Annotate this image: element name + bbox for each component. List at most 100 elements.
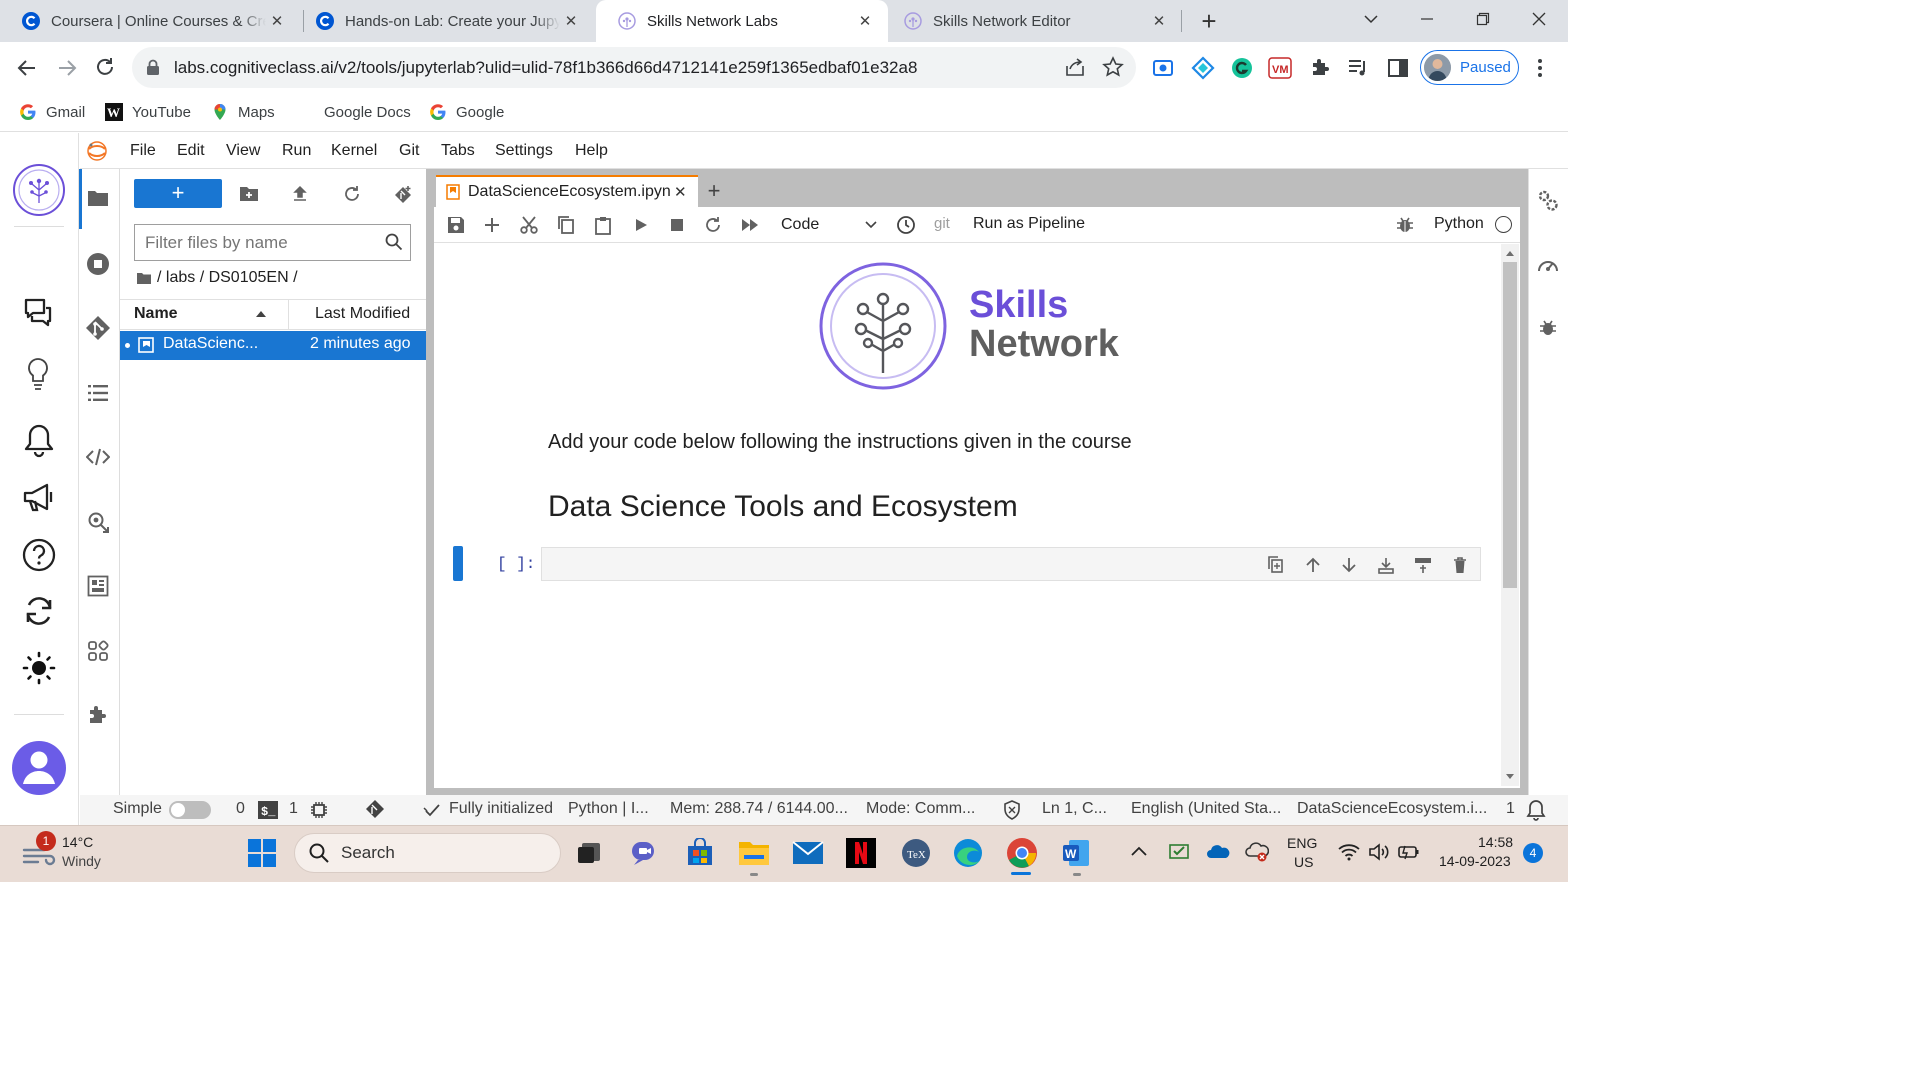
settings-gears-icon[interactable] bbox=[1536, 188, 1560, 212]
language-indicator-line2[interactable]: US bbox=[1294, 854, 1313, 870]
tab-search-button[interactable] bbox=[1344, 0, 1398, 38]
bookmark-maps[interactable]: Maps bbox=[211, 100, 275, 124]
folder-icon[interactable] bbox=[87, 189, 109, 207]
window-close-button[interactable] bbox=[1512, 0, 1566, 38]
screen-record-icon[interactable] bbox=[1152, 57, 1174, 79]
extension-manager-icon[interactable] bbox=[87, 640, 109, 662]
move-down-icon[interactable] bbox=[1340, 556, 1358, 574]
cell-type-select[interactable]: Code bbox=[773, 213, 881, 237]
menu-kernel[interactable]: Kernel bbox=[331, 142, 377, 160]
taskbar-file-explorer[interactable] bbox=[736, 835, 772, 871]
clock-date[interactable]: 14-09-2023 bbox=[1439, 853, 1511, 869]
media-control-icon[interactable] bbox=[1347, 57, 1369, 79]
git-label[interactable]: git bbox=[934, 215, 950, 232]
refresh-icon[interactable] bbox=[343, 185, 361, 203]
cloud-error-icon[interactable] bbox=[1245, 842, 1269, 862]
stop-icon[interactable] bbox=[667, 215, 687, 235]
breadcrumb[interactable]: / labs / DS0105EN / bbox=[137, 268, 298, 288]
restart-icon[interactable] bbox=[703, 215, 723, 235]
sort-ascending-icon[interactable] bbox=[255, 310, 267, 318]
browser-tab-hands-on-lab[interactable]: Hands-on Lab: Create your Jupyter Notebo… bbox=[294, 0, 594, 42]
menu-git[interactable]: Git bbox=[399, 142, 419, 160]
bell-icon[interactable] bbox=[1526, 799, 1546, 821]
megaphone-icon[interactable] bbox=[21, 480, 57, 514]
close-icon[interactable]: ✕ bbox=[266, 12, 288, 30]
puzzle-icon[interactable] bbox=[87, 704, 109, 726]
extensions-puzzle-icon[interactable] bbox=[1309, 57, 1331, 79]
chat-icon[interactable] bbox=[21, 295, 55, 329]
menu-file[interactable]: File bbox=[130, 142, 156, 160]
taskbar-microsoft-store[interactable] bbox=[682, 835, 718, 871]
taskbar-chrome[interactable] bbox=[1004, 835, 1040, 871]
bookmark-youtube[interactable]: W YouTube bbox=[105, 100, 191, 124]
close-icon[interactable]: ✕ bbox=[560, 12, 582, 30]
minimize-button[interactable] bbox=[1400, 0, 1454, 38]
menu-edit[interactable]: Edit bbox=[177, 142, 205, 160]
cursor-position[interactable]: Ln 1, C... bbox=[1042, 800, 1107, 818]
column-header-name[interactable]: Name bbox=[134, 305, 178, 323]
sync-icon[interactable] bbox=[21, 594, 57, 628]
security-tray-icon[interactable] bbox=[1168, 841, 1190, 861]
cut-icon[interactable] bbox=[519, 215, 539, 235]
table-of-contents-icon[interactable] bbox=[87, 383, 109, 403]
wifi-icon[interactable] bbox=[1338, 843, 1360, 861]
kernel-name[interactable]: Python bbox=[1434, 215, 1484, 233]
notebook-scrollbar-thumb[interactable] bbox=[1503, 262, 1517, 588]
debugger-bug-icon[interactable] bbox=[1538, 318, 1558, 338]
close-icon[interactable]: ✕ bbox=[1148, 12, 1170, 30]
bookmark-google[interactable]: Google bbox=[429, 100, 504, 124]
temperature[interactable]: 14°C bbox=[62, 834, 93, 850]
fast-forward-icon[interactable] bbox=[740, 215, 760, 235]
taskbar-word[interactable]: W bbox=[1058, 835, 1094, 871]
taskbar-edge[interactable] bbox=[950, 835, 986, 871]
scroll-up-icon[interactable] bbox=[1505, 249, 1515, 257]
language-status[interactable]: English (United Sta... bbox=[1131, 800, 1281, 818]
debugger-bug-icon[interactable] bbox=[1395, 215, 1415, 235]
side-panel-icon[interactable] bbox=[1387, 57, 1409, 79]
git-icon[interactable] bbox=[85, 315, 111, 341]
notification-center-badge[interactable]: 4 bbox=[1523, 843, 1543, 863]
resource-usage-gauge-icon[interactable] bbox=[1536, 253, 1560, 275]
new-launcher-button[interactable]: + bbox=[134, 179, 222, 208]
new-folder-icon[interactable] bbox=[239, 185, 259, 203]
grammar-extension-icon[interactable] bbox=[1230, 56, 1254, 80]
bookmark-google-docs[interactable]: Google Docs bbox=[324, 100, 411, 124]
taskbar-netflix[interactable] bbox=[843, 835, 879, 871]
forward-arrow-icon[interactable] bbox=[56, 57, 78, 79]
insert-above-icon[interactable] bbox=[1414, 556, 1432, 574]
menu-run[interactable]: Run bbox=[282, 142, 311, 160]
lightbulb-icon[interactable] bbox=[24, 356, 52, 392]
property-inspector-icon[interactable] bbox=[86, 510, 110, 534]
profile-paused-button[interactable]: Paused bbox=[1420, 50, 1519, 85]
menu-settings[interactable]: Settings bbox=[495, 142, 553, 160]
notification-count[interactable]: 1 bbox=[1506, 800, 1515, 818]
duplicate-cell-icon[interactable] bbox=[1267, 556, 1285, 574]
file-filter-box[interactable] bbox=[134, 224, 411, 261]
onedrive-icon[interactable] bbox=[1206, 843, 1230, 859]
bookmark-gmail[interactable]: Gmail bbox=[19, 100, 85, 124]
running-kernels-icon[interactable] bbox=[86, 252, 110, 276]
upload-icon[interactable] bbox=[291, 185, 309, 203]
menu-help[interactable]: Help bbox=[575, 142, 608, 160]
share-icon[interactable] bbox=[1064, 57, 1086, 79]
browser-tab-skills-network-editor[interactable]: Skills Network Editor ✕ bbox=[882, 0, 1182, 42]
skills-network-logo-icon[interactable] bbox=[12, 163, 66, 217]
scroll-down-icon[interactable] bbox=[1505, 773, 1515, 781]
simple-mode-toggle[interactable] bbox=[169, 801, 211, 819]
help-icon[interactable] bbox=[21, 537, 57, 573]
kernel-count[interactable]: 1 bbox=[289, 800, 298, 818]
terminal-icon[interactable]: $_ bbox=[258, 801, 278, 819]
copy-icon[interactable] bbox=[556, 215, 576, 235]
weather-description[interactable]: Windy bbox=[62, 853, 101, 869]
git-clone-icon[interactable] bbox=[393, 185, 413, 205]
add-cell-icon[interactable] bbox=[482, 215, 502, 235]
run-icon[interactable] bbox=[631, 215, 651, 235]
clock-time[interactable]: 14:58 bbox=[1478, 834, 1513, 850]
move-up-icon[interactable] bbox=[1304, 556, 1322, 574]
volume-icon[interactable] bbox=[1368, 842, 1390, 862]
chevron-up-icon[interactable] bbox=[1131, 845, 1147, 857]
restore-button[interactable] bbox=[1456, 0, 1510, 38]
code-snippets-icon[interactable] bbox=[86, 447, 110, 467]
column-header-last-modified[interactable]: Last Modified bbox=[315, 305, 410, 323]
run-as-pipeline-button[interactable]: Run as Pipeline bbox=[973, 215, 1085, 233]
